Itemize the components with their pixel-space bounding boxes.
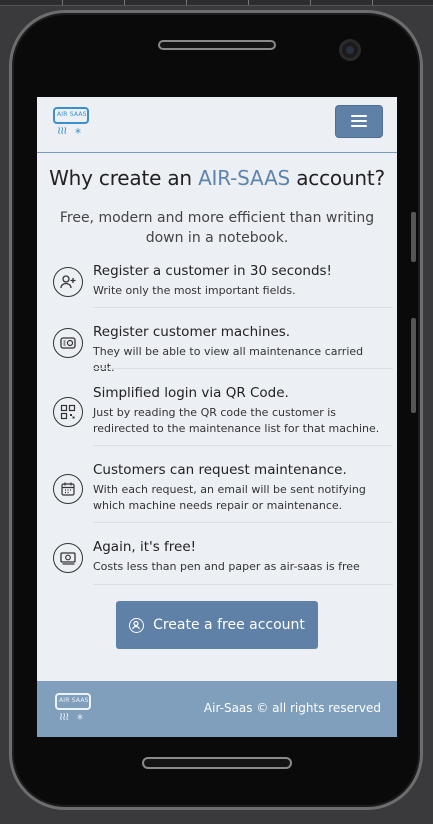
power-button bbox=[411, 318, 416, 413]
hamburger-menu-button[interactable] bbox=[335, 105, 383, 138]
feature-title: Register customer machines. bbox=[93, 324, 291, 340]
feature-description: With each request, an email will be sent… bbox=[93, 483, 366, 512]
feature-description: Write only the most important fields. bbox=[93, 284, 296, 297]
feature-divider bbox=[93, 445, 393, 446]
feature-title: Again, it's free! bbox=[93, 539, 197, 555]
logo-frame: AIR SAAS bbox=[55, 693, 91, 710]
money-icon bbox=[53, 543, 83, 573]
bottom-speaker bbox=[142, 757, 292, 769]
snowflake-icon: * bbox=[77, 712, 83, 726]
title-suffix: account? bbox=[296, 166, 385, 190]
navbar: AIR SAAS ≀≀≀ * bbox=[37, 97, 397, 153]
feature-divider bbox=[93, 584, 393, 585]
emulator-ruler bbox=[0, 0, 433, 6]
feature-divider bbox=[93, 522, 393, 523]
title-brand: AIR-SAAS bbox=[198, 166, 291, 190]
logo-text: AIR SAAS bbox=[57, 111, 87, 118]
app-logo[interactable]: AIR SAAS ≀≀≀ * bbox=[53, 107, 91, 143]
air-conditioner-icon bbox=[53, 328, 83, 358]
feature-divider bbox=[93, 368, 393, 369]
page-title: Why create an AIR-SAAS account? bbox=[37, 166, 397, 190]
speaker-grille bbox=[158, 40, 276, 50]
title-prefix: Why create an bbox=[49, 166, 192, 190]
create-account-button[interactable]: Create a free account bbox=[116, 601, 318, 649]
footer-copyright: Air-Saas © all rights reserved bbox=[203, 701, 381, 715]
menu-icon-line bbox=[351, 120, 367, 122]
volume-button bbox=[411, 212, 416, 262]
calendar-icon bbox=[53, 474, 83, 504]
app-screen: AIR SAAS ≀≀≀ * Why create an AIR-SAAS ac… bbox=[37, 97, 397, 737]
airflow-icon: ≀≀≀ bbox=[57, 124, 67, 137]
feature-description: Costs less than pen and paper as air-saa… bbox=[93, 560, 360, 573]
logo-frame: AIR SAAS bbox=[53, 107, 89, 124]
menu-icon-line bbox=[351, 115, 367, 117]
create-account-label: Create a free account bbox=[153, 617, 305, 633]
feature-description: Just by reading the QR code the customer… bbox=[93, 406, 380, 435]
add-user-icon bbox=[53, 267, 83, 297]
front-camera bbox=[339, 39, 361, 61]
feature-divider bbox=[93, 307, 393, 308]
menu-icon-line bbox=[351, 125, 367, 127]
feature-description: They will be able to view all maintenanc… bbox=[93, 345, 364, 374]
airflow-icon: ≀≀≀ bbox=[59, 710, 69, 723]
qr-code-icon bbox=[53, 397, 83, 427]
feature-title: Customers can request maintenance. bbox=[93, 462, 347, 478]
footer: AIR SAAS ≀≀≀ * Air-Saas © all rights res… bbox=[37, 681, 397, 737]
page-subtitle: Free, modern and more efficient than wri… bbox=[59, 210, 375, 246]
footer-logo[interactable]: AIR SAAS ≀≀≀ * bbox=[55, 693, 93, 729]
user-circle-icon bbox=[129, 617, 145, 633]
snowflake-icon: * bbox=[75, 126, 81, 140]
feature-title: Simplified login via QR Code. bbox=[93, 385, 289, 401]
logo-text: AIR SAAS bbox=[59, 697, 89, 704]
feature-title: Register a customer in 30 seconds! bbox=[93, 263, 332, 279]
